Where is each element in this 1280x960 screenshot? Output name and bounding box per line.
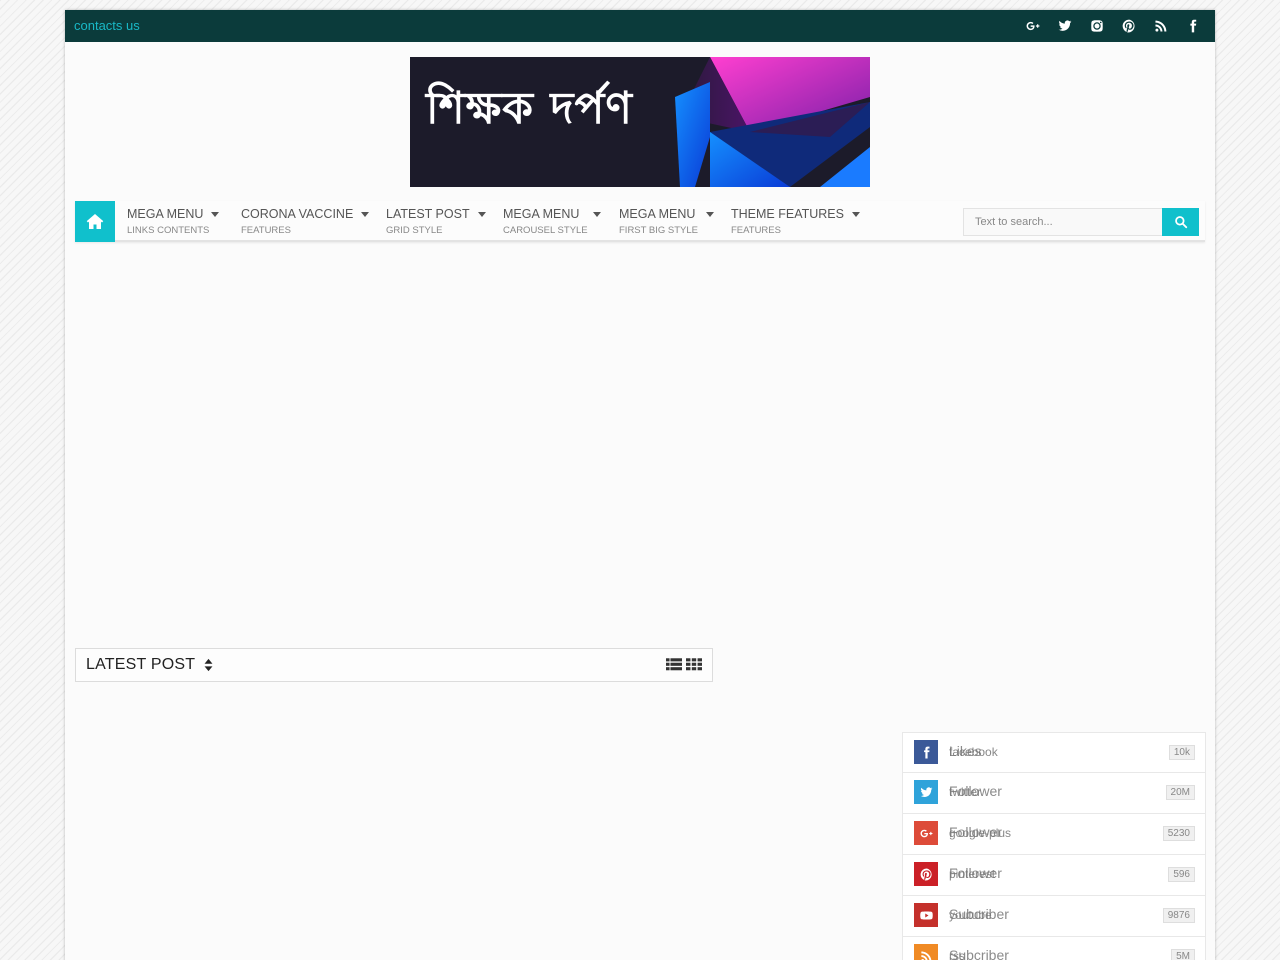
social-counter-rss[interactable]: rss Subcriber 5M [902, 937, 1206, 960]
social-counter-count: 10k [1168, 745, 1195, 760]
top-bar: contacts us [65, 10, 1215, 42]
social-counter-facebook[interactable]: facebook Likes 10k [902, 732, 1206, 773]
nav-item-latest-post[interactable]: LATEST POST GRID STYLE [386, 207, 486, 236]
caret-down-icon [211, 211, 220, 217]
nav-item-label: MEGA MENU [127, 207, 204, 221]
nav-item-label: MEGA MENU [503, 207, 580, 221]
social-counter-google-plus[interactable]: google-plus Follower 5230 [902, 814, 1206, 855]
list-view-icon[interactable] [666, 658, 682, 671]
caret-down-icon [477, 211, 486, 217]
search-button[interactable] [1162, 208, 1199, 236]
social-counter-count: 5230 [1162, 826, 1195, 841]
contact-link[interactable]: contacts us [74, 18, 140, 33]
pinterest-icon[interactable] [1113, 10, 1145, 42]
search-form [963, 208, 1199, 236]
search-input[interactable] [963, 208, 1163, 236]
youtube-icon [914, 903, 938, 927]
social-counter-widget: facebook Likes 10k twitter Follower 20M … [902, 732, 1206, 960]
nav-item-theme-features[interactable]: THEME FEATURES FEATURES [731, 207, 860, 236]
twitter-icon [914, 780, 938, 804]
social-counter-count: 9876 [1162, 908, 1195, 923]
grid-view-icon[interactable] [686, 658, 702, 671]
caret-down-icon [361, 211, 370, 217]
social-counter-pinterest[interactable]: pinterest Follower 596 [902, 855, 1206, 896]
nav-item-mega-menu-1[interactable]: MEGA MENU LINKS CONTENTS [127, 207, 220, 236]
nav-item-label: THEME FEATURES [731, 207, 844, 221]
google-plus-icon[interactable] [1017, 10, 1049, 42]
nav-item-mega-menu-3[interactable]: MEGA MENU FIRST BIG STYLE [619, 207, 715, 236]
main-navigation: MEGA MENU LINKS CONTENTS CORONA VACCINE … [75, 201, 1205, 242]
social-counter-label: Follower [949, 783, 1002, 799]
facebook-icon [914, 740, 938, 764]
search-icon [1174, 216, 1187, 229]
nav-item-sublabel: LINKS CONTENTS [127, 225, 210, 236]
social-counter-label: Follower [949, 865, 1002, 881]
nav-item-label: CORONA VACCINE [241, 207, 354, 221]
nav-item-sublabel: FIRST BIG STYLE [619, 225, 699, 236]
rss-icon [914, 944, 938, 960]
social-counter-twitter[interactable]: twitter Follower 20M [902, 773, 1206, 814]
latest-post-header: LATEST POST [75, 648, 713, 682]
nav-item-sublabel: FEATURES [241, 225, 291, 236]
nav-item-sublabel: GRID STYLE [386, 225, 443, 236]
nav-item-mega-menu-2[interactable]: MEGA MENU CAROUSEL STYLE [503, 207, 602, 236]
nav-item-corona-vaccine[interactable]: CORONA VACCINE FEATURES [241, 207, 370, 236]
social-counter-label: Subcriber [949, 947, 1009, 960]
rss-icon[interactable] [1145, 10, 1177, 42]
caret-down-icon [851, 211, 860, 217]
caret-down-icon [593, 211, 602, 217]
nav-item-sublabel: CAROUSEL STYLE [503, 225, 588, 236]
social-counter-count: 5M [1171, 949, 1195, 960]
instagram-icon[interactable] [1081, 10, 1113, 42]
home-button[interactable] [75, 201, 115, 242]
twitter-icon[interactable] [1049, 10, 1081, 42]
home-icon [86, 214, 104, 229]
facebook-icon[interactable] [1177, 10, 1209, 42]
social-counter-youtube[interactable]: youtube Subcriber 9876 [902, 896, 1206, 937]
social-counter-count: 596 [1168, 867, 1195, 882]
social-counter-label: Follower [949, 824, 1002, 840]
social-counter-count: 20M [1165, 785, 1195, 800]
page-wrapper: contacts us শিক্ষক দর্পণ MEGA MENU LINKS… [65, 10, 1215, 960]
nav-item-sublabel: FEATURES [731, 225, 781, 236]
social-counter-label: Likes [949, 743, 982, 759]
social-counter-label: Subcriber [949, 906, 1009, 922]
caret-down-icon [706, 211, 715, 217]
pinterest-icon [914, 862, 938, 886]
site-logo-text: শিক্ষক দর্পণ [426, 83, 633, 134]
top-social-links [1017, 10, 1209, 42]
nav-item-label: MEGA MENU [619, 207, 696, 221]
latest-post-title: LATEST POST [86, 656, 196, 673]
view-toggle [666, 658, 702, 671]
google-plus-icon [914, 821, 938, 845]
sort-icon[interactable] [204, 658, 213, 672]
nav-item-label: LATEST POST [386, 207, 470, 221]
site-logo-banner[interactable]: শিক্ষক দর্পণ [410, 57, 870, 187]
